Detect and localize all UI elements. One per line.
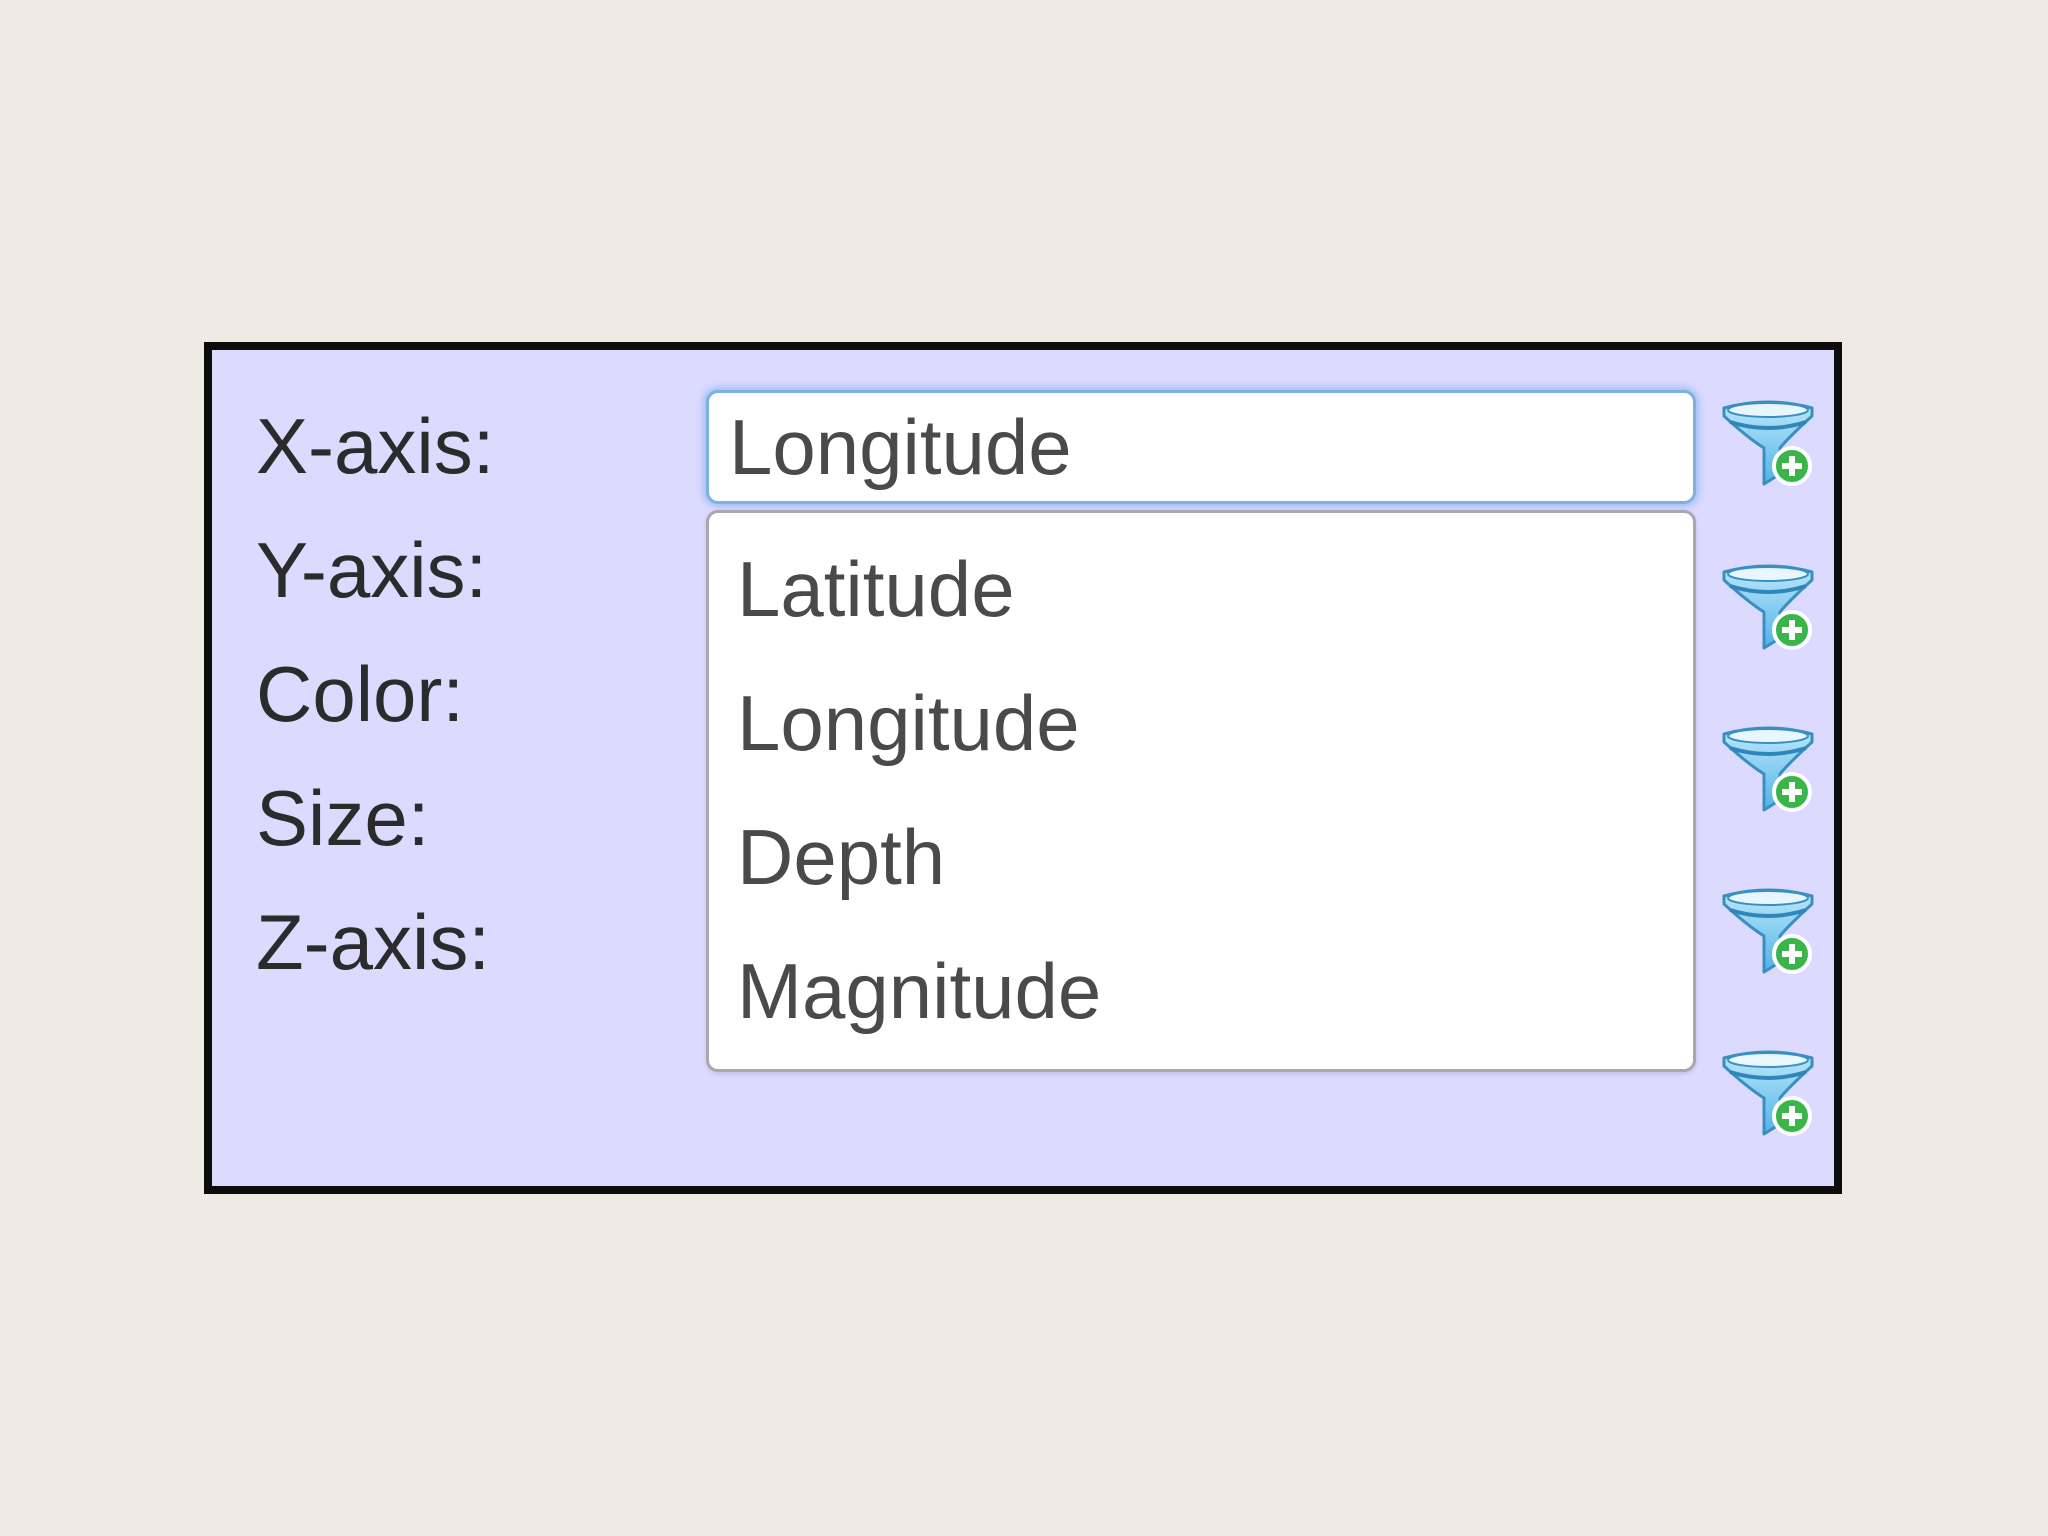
size-label: Size: bbox=[256, 774, 430, 862]
z-axis-filter-add-icon[interactable] bbox=[1718, 1044, 1818, 1144]
size-filter-add-icon[interactable] bbox=[1718, 882, 1818, 982]
x-axis-selected-value: Longitude bbox=[729, 403, 1072, 491]
x-axis-dropdown-list: Latitude Longitude Depth Magnitude bbox=[706, 510, 1696, 1072]
dropdown-option-depth[interactable]: Depth bbox=[737, 807, 945, 907]
x-axis-filter-add-icon[interactable] bbox=[1718, 394, 1818, 494]
dropdown-option-magnitude[interactable]: Magnitude bbox=[737, 941, 1101, 1041]
dropdown-option-longitude[interactable]: Longitude bbox=[737, 673, 1080, 773]
color-filter-add-icon[interactable] bbox=[1718, 720, 1818, 820]
color-label: Color: bbox=[256, 650, 465, 738]
y-axis-label: Y-axis: bbox=[256, 526, 488, 614]
dropdown-option-latitude[interactable]: Latitude bbox=[737, 539, 1015, 639]
x-axis-label: X-axis: bbox=[256, 402, 495, 490]
x-axis-select[interactable]: Longitude bbox=[706, 390, 1696, 504]
z-axis-label: Z-axis: bbox=[256, 898, 490, 986]
y-axis-filter-add-icon[interactable] bbox=[1718, 558, 1818, 658]
axis-settings-panel: X-axis: Y-axis: Color: Size: Z-axis: Lon… bbox=[204, 342, 1842, 1194]
